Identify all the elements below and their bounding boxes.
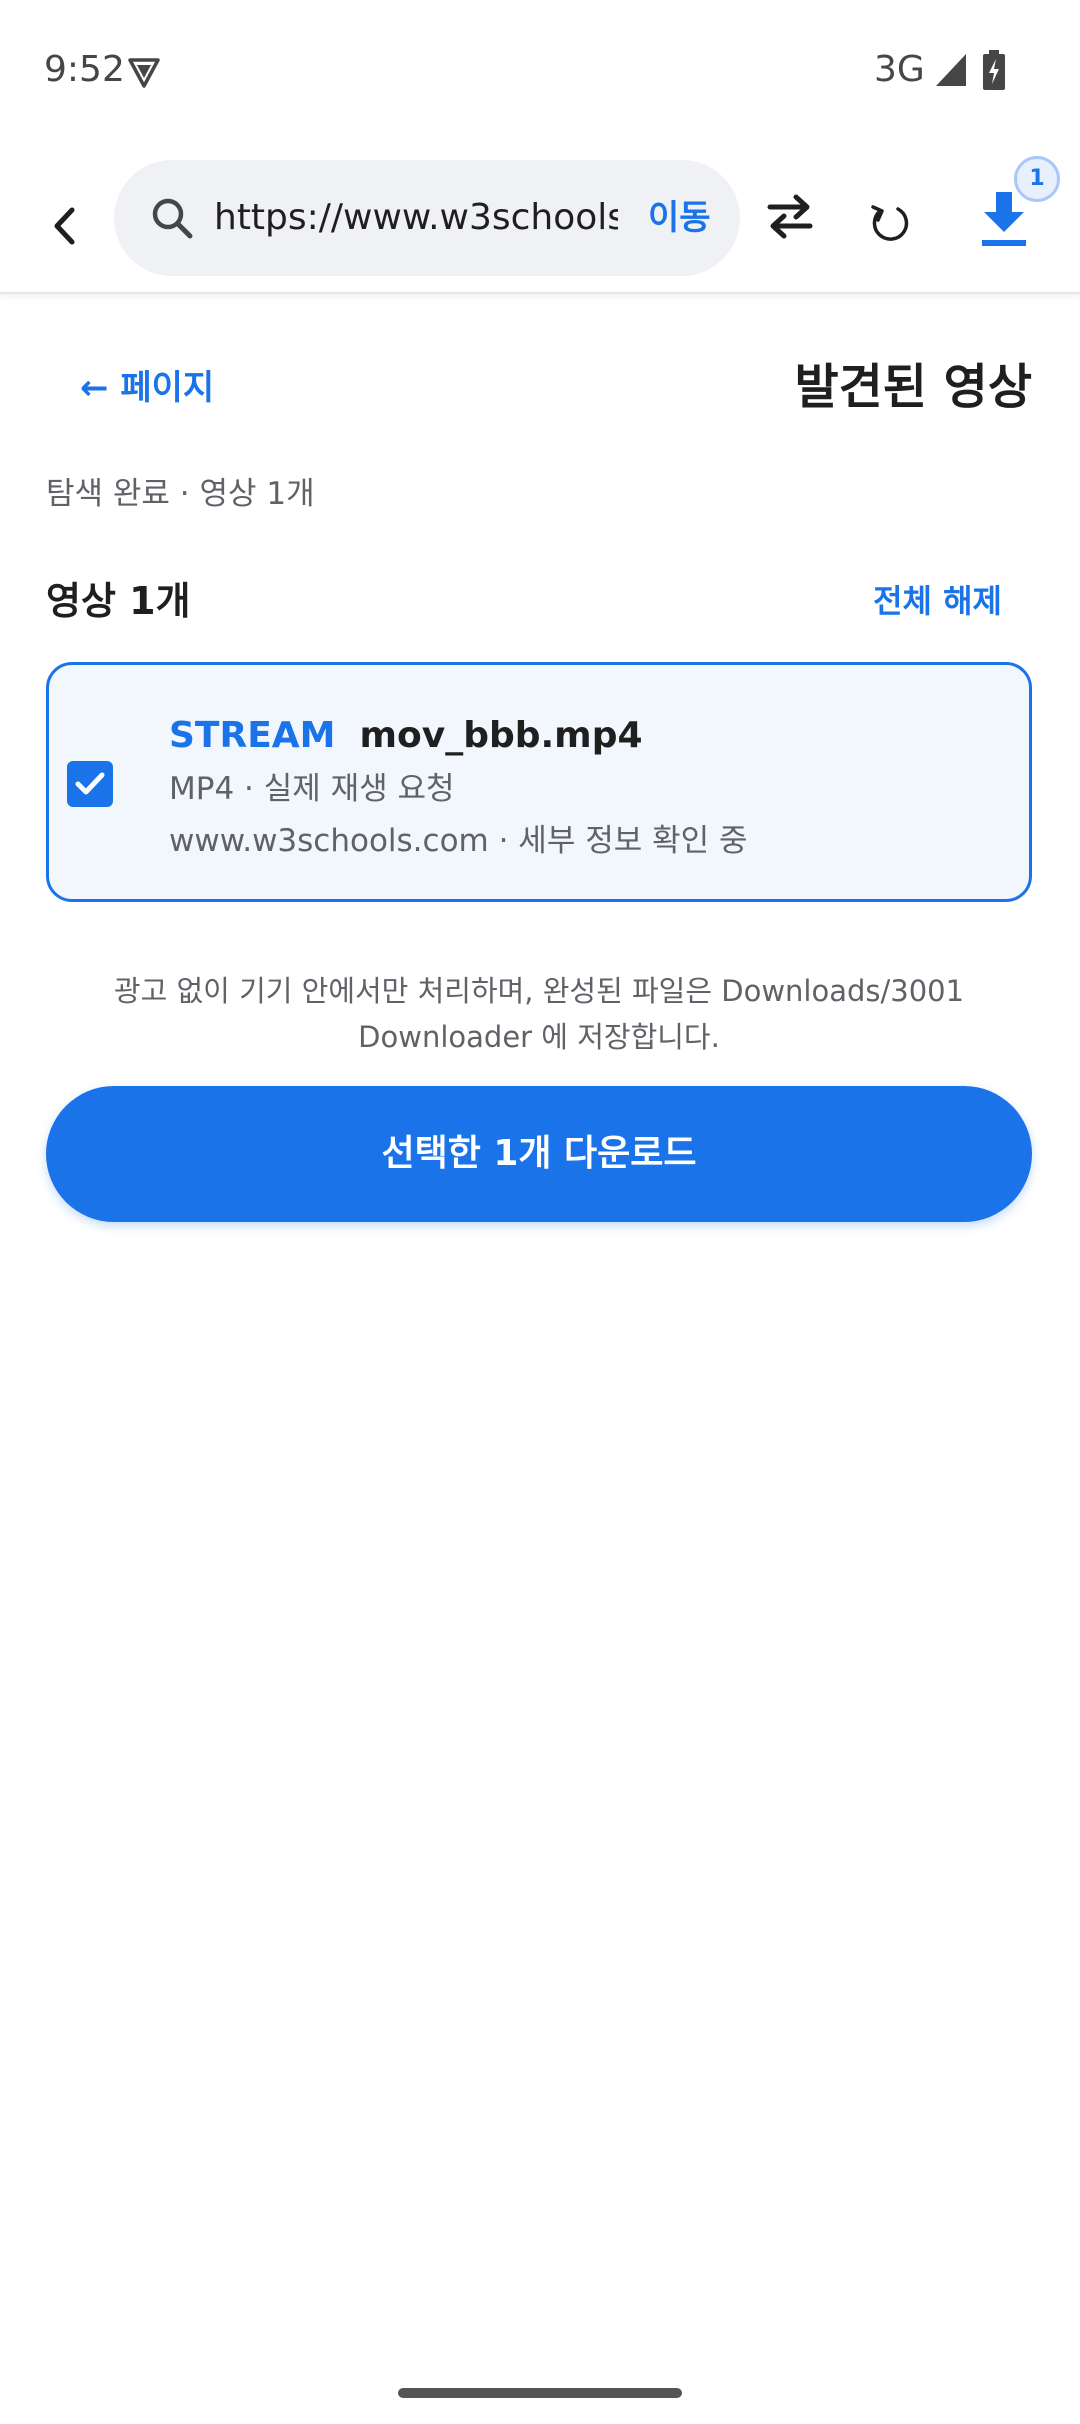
back-button[interactable] (44, 198, 84, 254)
status-time: 9:52 (44, 49, 125, 90)
refresh-icon (871, 205, 909, 241)
video-title-row: STREAM mov_bbb.mp4 (169, 711, 643, 761)
swap-button[interactable] (764, 190, 816, 242)
section-title: 영상 1개 (46, 579, 191, 623)
vpn-shield-icon (126, 54, 162, 90)
refresh-button[interactable] (868, 196, 914, 250)
download-icon (982, 192, 1026, 246)
video-list-item[interactable]: STREAM mov_bbb.mp4 MP4 · 실제 재생 요청 www.w3s… (46, 662, 1032, 902)
signal-icon (934, 52, 968, 88)
checkmark-icon (75, 772, 105, 795)
back-chevron-icon (54, 207, 75, 245)
status-bar: 9:52 3G (0, 0, 1080, 140)
download-count-badge: 1 (1014, 156, 1060, 202)
search-icon (148, 194, 196, 242)
video-type-badge: STREAM (169, 715, 336, 756)
scan-status: 탐색 완료 · 영상 1개 (46, 476, 315, 512)
video-source: www.w3schools.com · 세부 정보 확인 중 (169, 823, 748, 859)
save-location-info: 광고 없이 기기 안에서만 처리하며, 완성된 파일은 Downloads/30… (113, 974, 965, 1054)
download-selected-button[interactable]: 선택한 1개 다운로드 (46, 1086, 1032, 1222)
video-checkbox[interactable] (67, 761, 113, 807)
page-title: 발견된 영상 (794, 359, 1032, 415)
video-filename: mov_bbb.mp4 (359, 715, 643, 756)
browser-toolbar: https://www.w3schools.com/ 이동 (0, 140, 1080, 294)
network-type: 3G (874, 49, 925, 90)
go-button[interactable]: 이동 (648, 196, 711, 240)
home-indicator[interactable] (398, 2388, 682, 2398)
downloads-button[interactable] (976, 190, 1032, 250)
url-input[interactable]: https://www.w3schools.com/ (214, 196, 618, 240)
swap-icon (767, 194, 813, 239)
deselect-all-button[interactable]: 전체 해제 (873, 576, 1002, 626)
battery-charging-icon (982, 50, 1006, 90)
url-bar[interactable]: https://www.w3schools.com/ 이동 (114, 160, 740, 276)
page-back-link[interactable]: ← 페이지 (80, 364, 214, 412)
video-meta: MP4 · 실제 재생 요청 (169, 771, 455, 807)
